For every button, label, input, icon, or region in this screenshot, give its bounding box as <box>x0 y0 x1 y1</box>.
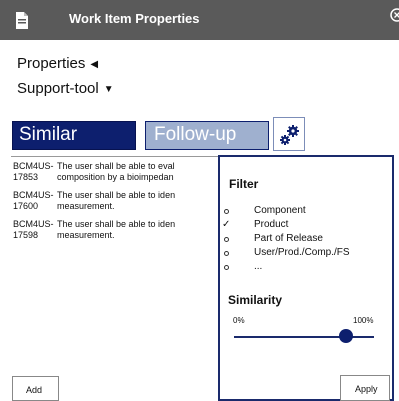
tab-follow-up[interactable]: Follow-up <box>145 121 269 150</box>
filter-option-label: Part of Release <box>254 233 323 244</box>
filter-option-label: ... <box>254 261 263 272</box>
similarity-slider-track[interactable] <box>234 336 374 338</box>
result-id: BCM4US-17600 <box>13 190 54 211</box>
gears-icon <box>280 125 299 145</box>
properties-label: Properties <box>17 55 86 72</box>
result-id: BCM4US-17598 <box>13 219 54 240</box>
properties-toggle[interactable]: Properties ◀ <box>17 55 98 72</box>
window-titlebar: Work Item Properties <box>0 0 399 40</box>
radio-icon[interactable] <box>224 209 229 214</box>
similarity-title: Similarity <box>228 293 283 307</box>
result-text: The user shall be able to eval compositio… <box>57 161 175 182</box>
caret-down-icon: ▼ <box>103 84 114 95</box>
settings-button[interactable] <box>273 117 305 151</box>
radio-icon[interactable] <box>224 251 229 256</box>
caret-left-icon: ◀ <box>90 59 99 70</box>
results-list: BCM4US-17853 The user shall be able to e… <box>11 156 231 375</box>
filter-option-label: Component <box>254 205 306 216</box>
list-item[interactable]: BCM4US-17598 The user shall be able to i… <box>11 217 221 245</box>
filter-title: Filter <box>229 177 259 191</box>
support-tool-label: Support-tool <box>17 80 99 97</box>
similarity-max-label: 100% <box>353 316 374 325</box>
filter-option-label: User/Prod./Comp./FS <box>254 247 350 258</box>
list-item[interactable]: BCM4US-17600 The user shall be able to i… <box>11 188 221 216</box>
radio-icon[interactable] <box>224 265 229 270</box>
similarity-min-label: 0% <box>233 316 245 325</box>
add-button[interactable]: Add <box>12 376 59 401</box>
close-icon[interactable] <box>390 8 399 22</box>
result-text: The user shall be able to iden measuremen… <box>57 219 176 240</box>
tab-similar[interactable]: Similar <box>12 121 136 150</box>
apply-button[interactable]: Apply <box>340 375 390 401</box>
filter-option-label: Product <box>254 219 289 230</box>
check-icon[interactable]: ✓ <box>222 219 234 230</box>
window-title: Work Item Properties <box>69 11 200 26</box>
result-text: The user shall be able to iden measuremen… <box>57 190 176 211</box>
support-tool-toggle[interactable]: Support-tool ▼ <box>17 80 114 97</box>
radio-icon[interactable] <box>224 237 229 242</box>
filter-popup: Filter Component ✓ Product Part of Relea… <box>218 155 394 401</box>
list-item[interactable]: BCM4US-17853 The user shall be able to e… <box>11 159 221 187</box>
result-id: BCM4US-17853 <box>13 161 54 182</box>
document-icon <box>16 12 28 29</box>
similarity-slider-handle[interactable] <box>339 329 353 343</box>
